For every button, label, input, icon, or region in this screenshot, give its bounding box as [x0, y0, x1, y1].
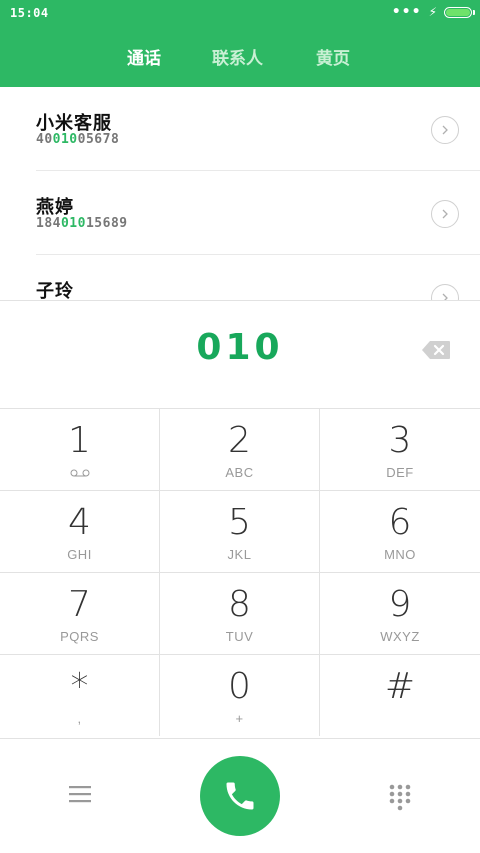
- tab-calls[interactable]: 通话: [127, 44, 161, 69]
- key-9[interactable]: 9 WXYZ: [320, 572, 480, 654]
- status-time: 15:04: [10, 6, 49, 20]
- phone-icon: [226, 782, 254, 810]
- keypad-toggle-icon[interactable]: [388, 783, 412, 811]
- voicemail-icon: [70, 469, 90, 477]
- key-hash[interactable]: #: [320, 654, 480, 736]
- key-star[interactable]: * ,: [0, 654, 160, 736]
- tab-yellow-pages[interactable]: 黄页: [316, 44, 350, 69]
- header: 15:04 ••• ⚡ 通话 联系人 黄页: [0, 0, 480, 87]
- key-6[interactable]: 6 MNO: [320, 490, 480, 572]
- list-item[interactable]: 燕婷 18401015689: [0, 171, 480, 255]
- backspace-icon[interactable]: [421, 340, 451, 360]
- list-item[interactable]: 小米客服 4001005678: [0, 87, 480, 171]
- contact-detail-button[interactable]: [431, 116, 459, 144]
- key-1[interactable]: 1: [0, 408, 160, 490]
- charging-icon: ⚡: [428, 5, 437, 19]
- key-5[interactable]: 5 JKL: [160, 490, 320, 572]
- contact-name: 子玲: [36, 281, 74, 300]
- number-entry: 010: [0, 300, 480, 408]
- chevron-right-icon: [442, 125, 448, 135]
- tab-bar: 通话 联系人 黄页: [0, 44, 480, 70]
- number-match-highlight: 010: [52, 132, 78, 147]
- tab-contacts[interactable]: 联系人: [212, 44, 263, 69]
- contact-detail-button[interactable]: [431, 200, 459, 228]
- battery-level: [446, 8, 470, 16]
- contact-detail-button[interactable]: [431, 284, 459, 300]
- more-notifications-icon: •••: [391, 4, 422, 20]
- key-8[interactable]: 8 TUV: [160, 572, 320, 654]
- bottom-action-bar: [0, 738, 480, 853]
- number-match-highlight: 010: [60, 216, 86, 231]
- dialed-number: 010: [196, 327, 284, 368]
- battery-icon: [444, 6, 475, 18]
- match-results-list: 小米客服 4001005678 燕婷 18401015689 子玲: [0, 87, 480, 300]
- contact-number: 18401015689: [36, 216, 128, 231]
- key-2[interactable]: 2 ABC: [160, 408, 320, 490]
- key-4[interactable]: 4 GHI: [0, 490, 160, 572]
- list-item[interactable]: 子玲: [0, 255, 480, 300]
- chevron-right-icon: [442, 293, 448, 300]
- call-button[interactable]: [200, 756, 280, 836]
- menu-icon[interactable]: [68, 784, 92, 804]
- key-0[interactable]: 0 +: [160, 654, 320, 736]
- status-icons: ••• ⚡: [391, 4, 475, 20]
- key-7[interactable]: 7 PQRS: [0, 572, 160, 654]
- contact-number: 4001005678: [36, 132, 120, 147]
- dial-keypad: 1 2 ABC 3 DEF 4 GHI 5 JKL 6 MNO 7 PQRS 8…: [0, 408, 480, 738]
- key-3[interactable]: 3 DEF: [320, 408, 480, 490]
- chevron-right-icon: [442, 209, 448, 219]
